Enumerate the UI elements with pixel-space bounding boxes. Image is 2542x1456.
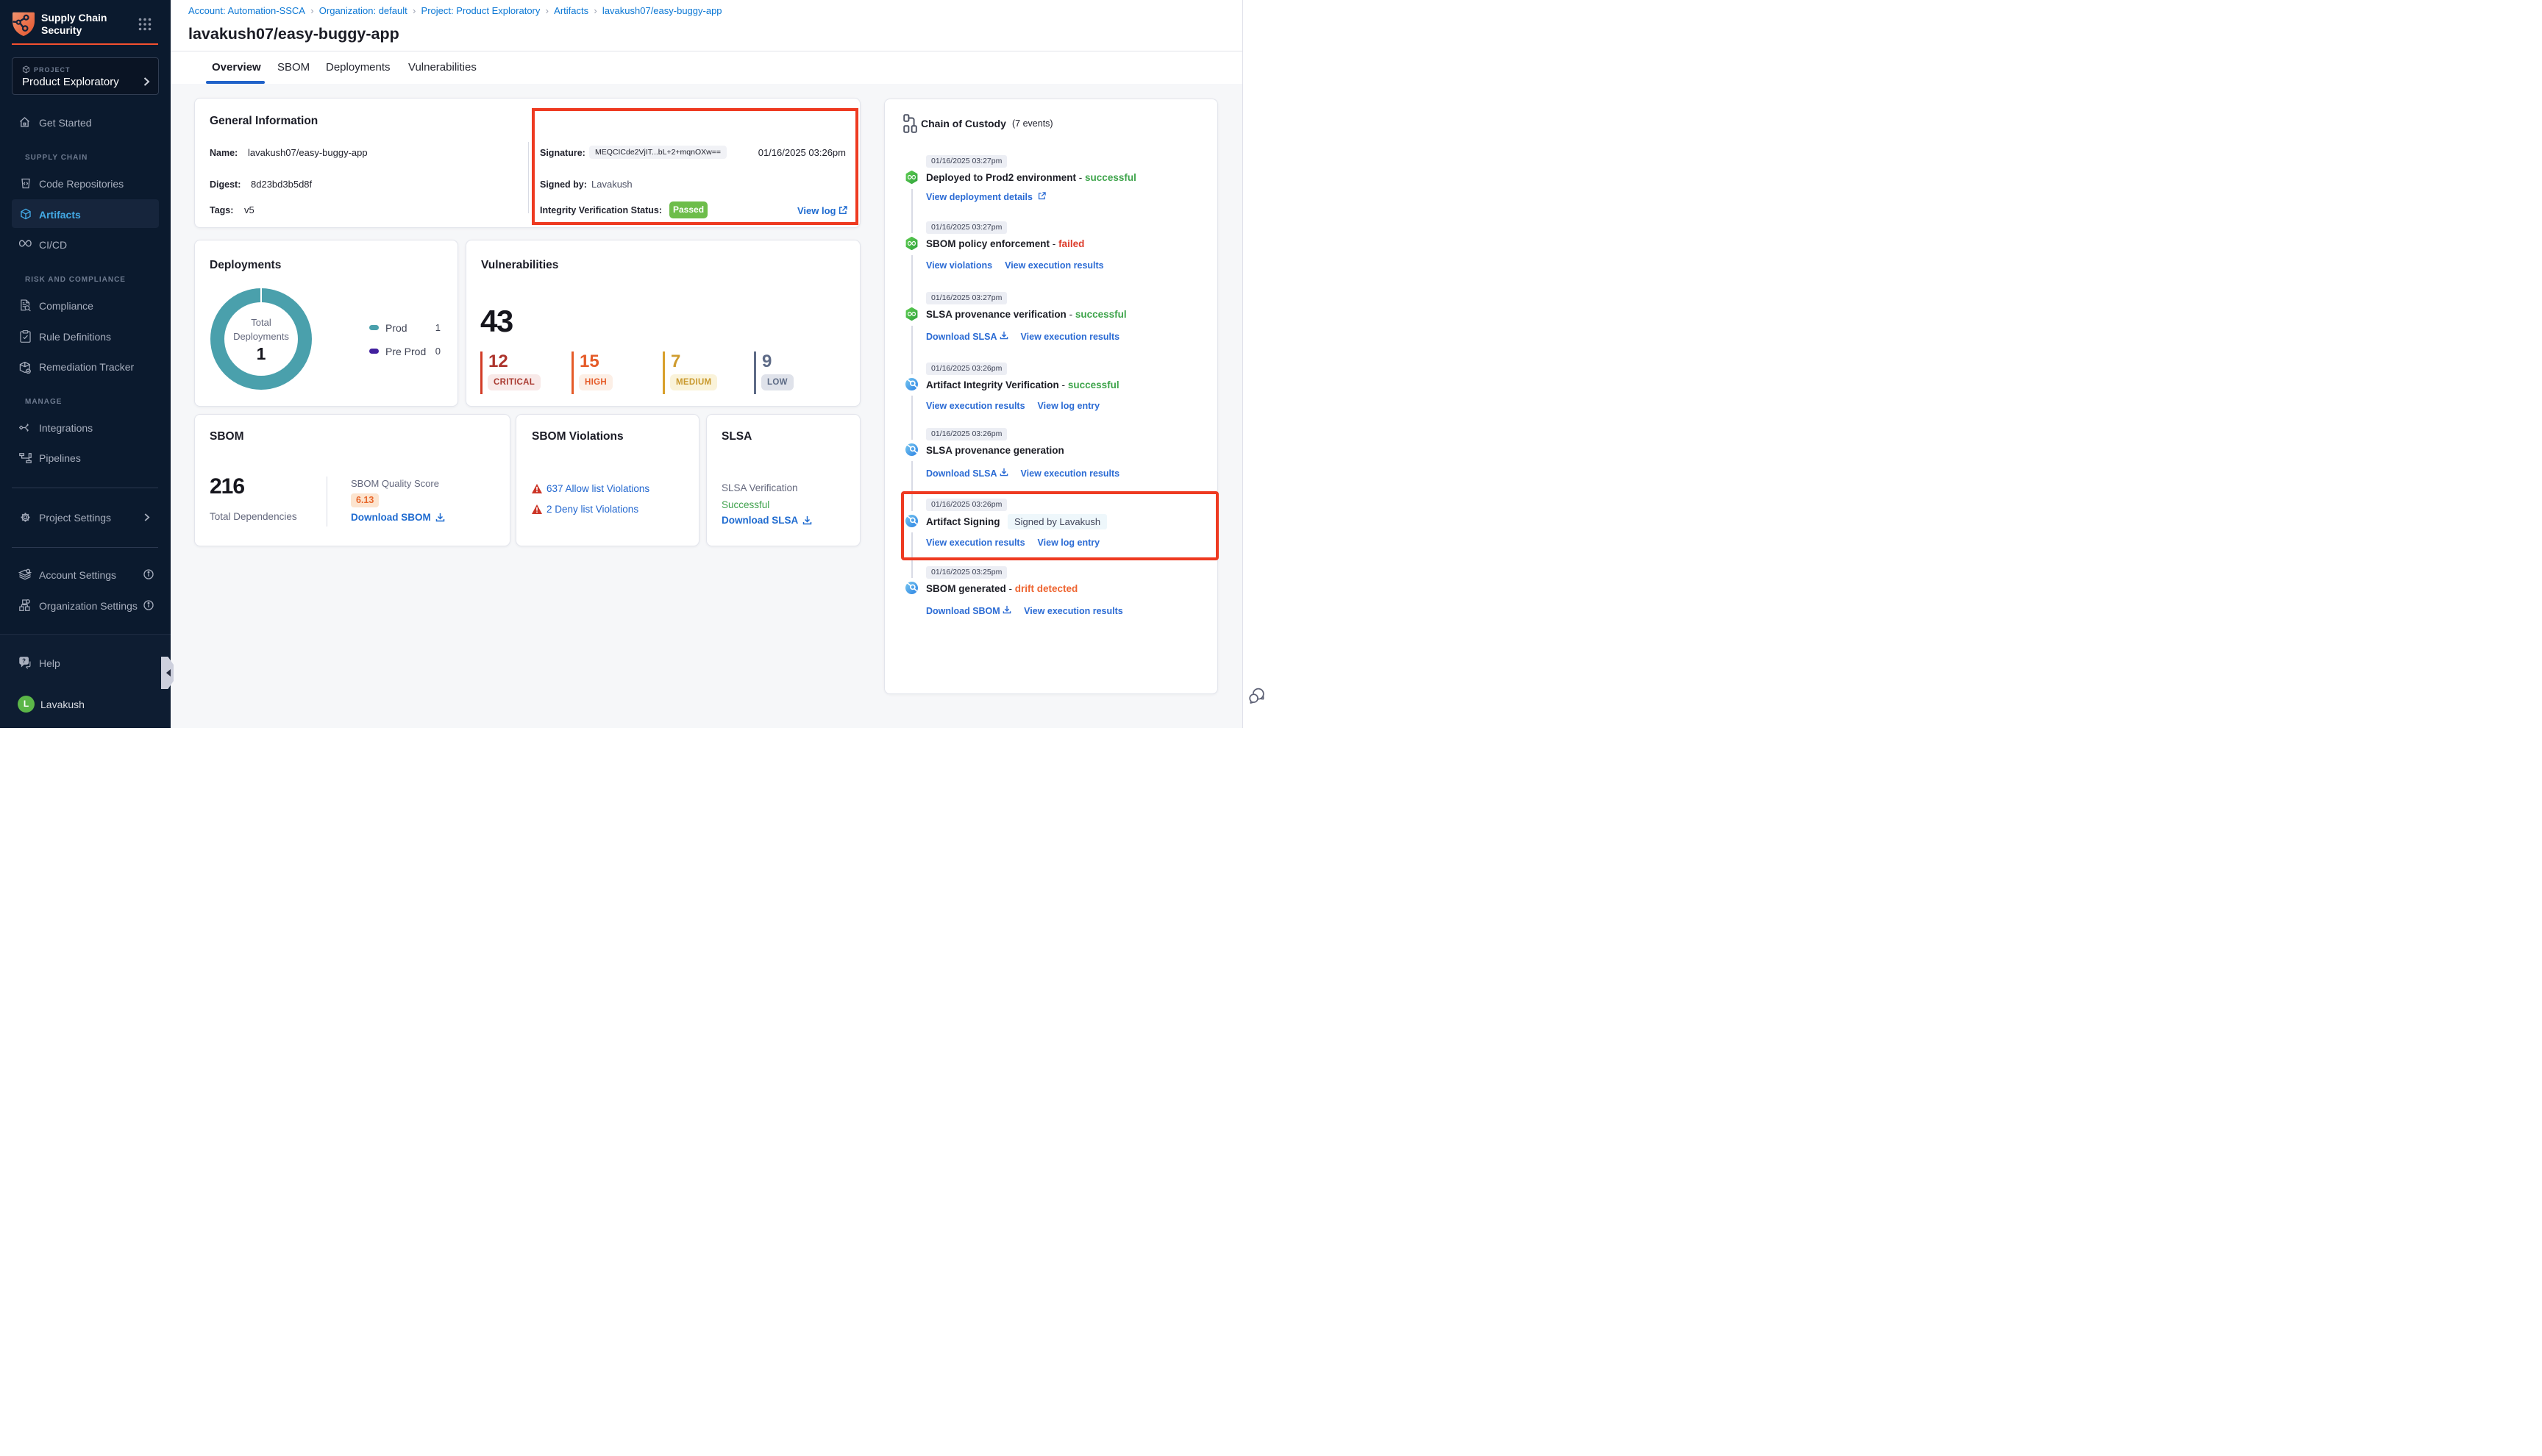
svg-text:?: ? — [22, 657, 26, 664]
